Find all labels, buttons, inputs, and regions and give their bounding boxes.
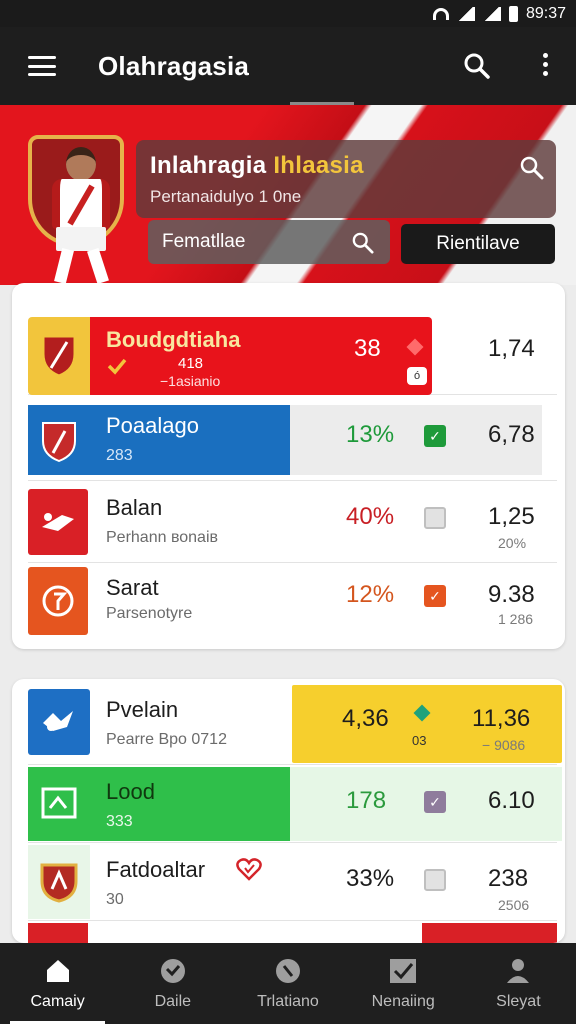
hero-action-button[interactable]: Rientilave: [401, 224, 555, 264]
app-bar: Olahragasia: [0, 27, 576, 105]
team-sub: Pearre Bpo 0712: [106, 731, 227, 748]
list-item[interactable]: Lood 333 178 ✓ 6.10: [28, 767, 562, 843]
check-icon[interactable]: ✓: [424, 585, 446, 607]
row-value: 4,36: [342, 705, 389, 732]
team-sub: 30: [106, 891, 124, 908]
nav-label: Sleyat: [496, 992, 541, 1010]
team-name: Boudgdtiaha: [106, 327, 241, 352]
row-percentage: 178: [346, 787, 387, 814]
odds-value[interactable]: 1,74: [488, 335, 535, 363]
matches-panel-2: Pvelain Pearre Bpo 0712 4,36 03 11,36 − …: [12, 679, 565, 943]
odds-value[interactable]: 9.38: [488, 581, 535, 609]
team-logo-icon: [28, 845, 90, 917]
team-name: Poaalago: [106, 413, 199, 438]
app-title: Olahragasia: [98, 50, 250, 81]
row-percentage: 12%: [346, 581, 395, 608]
row-percentage: 33%: [346, 865, 395, 892]
heart-icon[interactable]: [236, 857, 262, 886]
search-icon[interactable]: [520, 156, 544, 185]
team-sub: 333: [106, 813, 133, 830]
bottom-nav: Camaiy Daile Trlatiano Nenaiing Sleyat: [0, 943, 576, 1024]
nav-label: Camaiy: [30, 992, 85, 1010]
nav-label: Trlatiano: [257, 992, 319, 1010]
nav-item-whistle[interactable]: Trlatiano: [230, 943, 345, 1024]
checkbox-icon[interactable]: [424, 507, 446, 529]
team-name: Sarat: [106, 575, 159, 600]
wifi-icon: [432, 7, 449, 20]
team-name: Pvelain: [106, 697, 179, 722]
team-logo-icon: [28, 489, 88, 555]
badge-icon: ó: [407, 367, 427, 385]
search-icon[interactable]: [352, 232, 374, 260]
odds-sub: 1 286: [498, 611, 534, 627]
team-sub: Perhann воnaiʙ: [106, 529, 219, 546]
list-item[interactable]: Pvelain Pearre Bpo 0712 4,36 03 11,36 − …: [28, 685, 562, 765]
team-logo-icon: [28, 317, 90, 393]
team-logo-icon: [28, 923, 88, 943]
signal-icon-2: [482, 6, 501, 21]
check-icon: [106, 355, 128, 382]
team-logo-icon: [28, 403, 90, 479]
profile-icon: [503, 957, 533, 985]
team-name: Fatdoaltar: [106, 857, 206, 882]
menu-icon[interactable]: [28, 56, 56, 76]
signal-icon: [456, 6, 475, 21]
row-meta-2: −1asianio: [160, 373, 221, 389]
row-percentage: 13%: [346, 421, 395, 448]
row-highlight: [422, 923, 557, 943]
team-logo-icon: [28, 767, 90, 839]
ball-icon: [158, 957, 188, 985]
odds-sub: − 9086: [482, 737, 526, 753]
status-time: 89:37: [525, 4, 566, 22]
check-icon[interactable]: ✓: [424, 425, 446, 447]
hero-card: Inlahragia Ihlaasia Pertanaidulyo 1 0ne: [136, 140, 556, 218]
team-sub: 283: [106, 447, 133, 464]
odds-sub: 2506: [498, 897, 530, 913]
whistle-icon: [273, 957, 303, 985]
status-bar: 89:37: [0, 0, 576, 27]
list-item[interactable]: Fatdoaltar 30 33% 238 2506: [28, 845, 557, 921]
nav-label: Daile: [154, 992, 192, 1010]
more-options-icon[interactable]: [543, 53, 548, 76]
badge-label: 03: [412, 733, 427, 748]
hero-banner: Inlahragia Ihlaasia Pertanaidulyo 1 0ne …: [0, 105, 576, 285]
team-name: Balan: [106, 495, 163, 520]
nav-item-check[interactable]: Nenaiing: [346, 943, 461, 1024]
matches-panel: Boudgdtiaha 418 −1asianio 38 ó 1,74 Poaa…: [12, 283, 565, 649]
odds-value[interactable]: 1,25: [488, 503, 535, 531]
list-item[interactable]: Sarat Parsenotyre 12% ✓ 9.38 1 286: [28, 565, 557, 645]
odds-sub: 20%: [498, 535, 527, 551]
team-name: Lood: [106, 779, 155, 804]
hero-subtitle: Pertanaidulyo 1 0ne: [150, 187, 302, 206]
player-illustration: [36, 143, 128, 285]
nav-item-profile[interactable]: Sleyat: [461, 943, 576, 1024]
battery-icon: [508, 5, 518, 22]
hero-search-input[interactable]: Fematllae: [148, 220, 390, 264]
list-item[interactable]: Boudgdtiaha 418 −1asianio 38 ó 1,74: [28, 315, 557, 395]
check-icon: [388, 957, 418, 985]
check-icon[interactable]: ✓: [424, 791, 446, 813]
odds-value[interactable]: 238: [488, 865, 528, 893]
list-item[interactable]: Balan Perhann воnaiʙ 40% 1,25 20%: [28, 483, 557, 563]
home-icon: [43, 957, 73, 985]
row-percentage: 40%: [346, 503, 395, 530]
nav-item-ball[interactable]: Daile: [115, 943, 230, 1024]
search-icon[interactable]: [464, 53, 490, 84]
checkbox-icon[interactable]: [424, 869, 446, 891]
odds-value[interactable]: 6,78: [488, 421, 535, 449]
row-value: 38: [354, 335, 381, 362]
odds-value[interactable]: 6.10: [488, 787, 535, 815]
team-sub: Parsenotyre: [106, 605, 193, 622]
nav-item-home[interactable]: Camaiy: [0, 943, 115, 1024]
odds-value[interactable]: 11,36: [472, 705, 530, 733]
row-meta-1: 418: [178, 355, 204, 372]
nav-label: Nenaiing: [371, 992, 435, 1010]
team-logo-icon: [28, 567, 88, 635]
list-item[interactable]: Poaalago 283 13% ✓ 6,78: [28, 401, 557, 481]
hero-title: Inlahragia Ihlaasia: [150, 152, 364, 179]
team-logo-icon: [28, 689, 90, 755]
